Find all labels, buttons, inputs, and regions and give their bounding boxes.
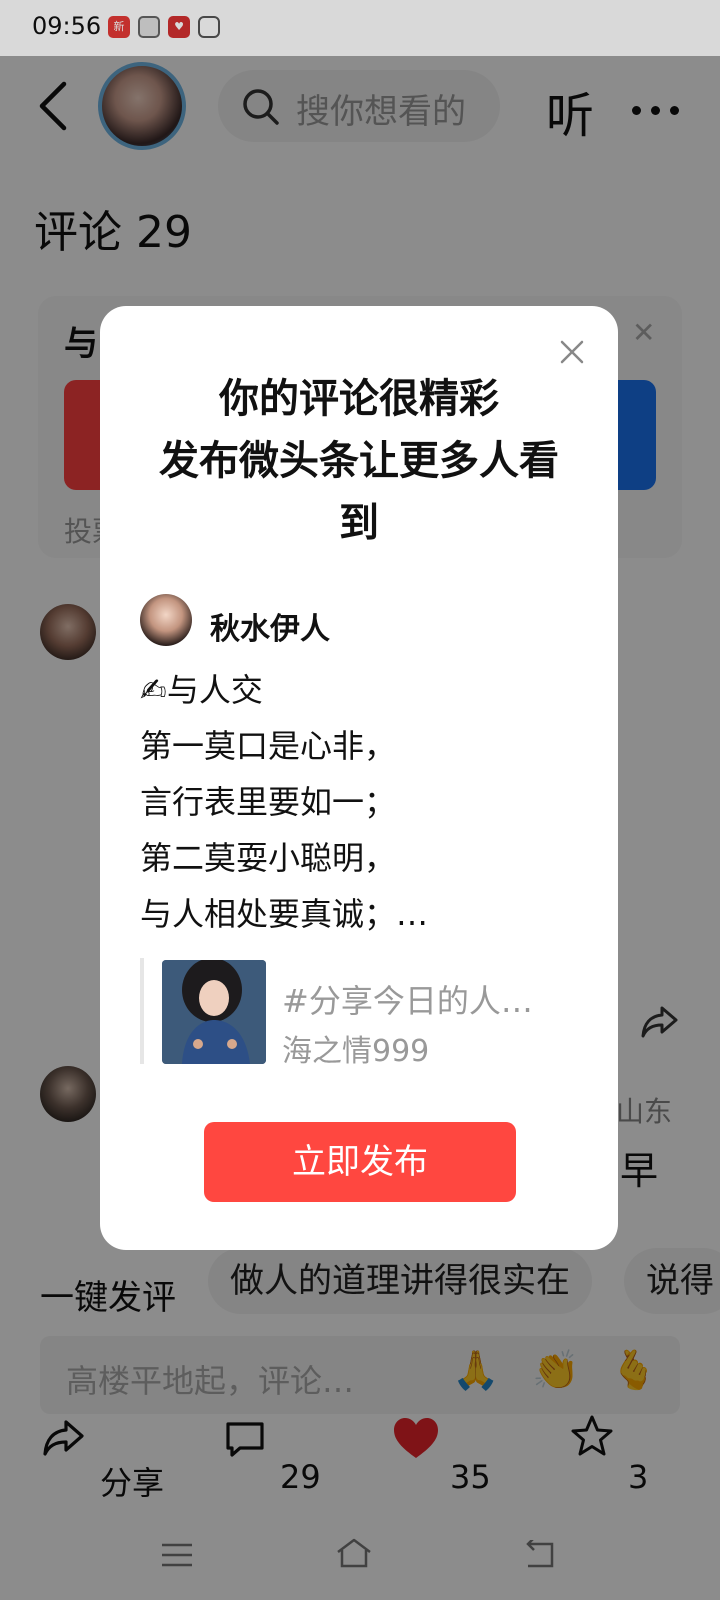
quote-thumbnail <box>162 960 266 1064</box>
publish-button[interactable]: 立即发布 <box>204 1122 516 1202</box>
dialog-title: 你的评论很精彩 发布微头条让更多人看 到 <box>130 368 588 554</box>
post-author-name: 秋水伊人 <box>210 612 330 647</box>
post-author-avatar <box>140 594 192 646</box>
quote-author: 海之情999 <box>282 1034 430 1069</box>
post-content: ✍与人交 第一莫口是心非， 言行表里要如一； 第二莫耍小聪明， 与人相处要真诚；… <box>140 662 580 942</box>
quote-title[interactable]: #分享今日的人… <box>282 976 572 1022</box>
dialog-title-line: 你的评论很精彩 <box>219 376 499 422</box>
quote-divider <box>140 958 144 1064</box>
post-line: 与人相处要真诚；… <box>140 895 429 933</box>
post-line: 言行表里要如一； <box>140 783 397 821</box>
post-line: 第二莫耍小聪明， <box>140 839 397 877</box>
post-line: 第一莫口是心非， <box>140 727 397 765</box>
dialog-title-line: 到 <box>339 500 379 546</box>
post-line: ✍与人交 <box>140 671 263 709</box>
status-bar-dim <box>0 0 720 56</box>
dialog-title-line: 发布微头条让更多人看 <box>159 438 559 484</box>
close-icon[interactable] <box>554 334 590 370</box>
